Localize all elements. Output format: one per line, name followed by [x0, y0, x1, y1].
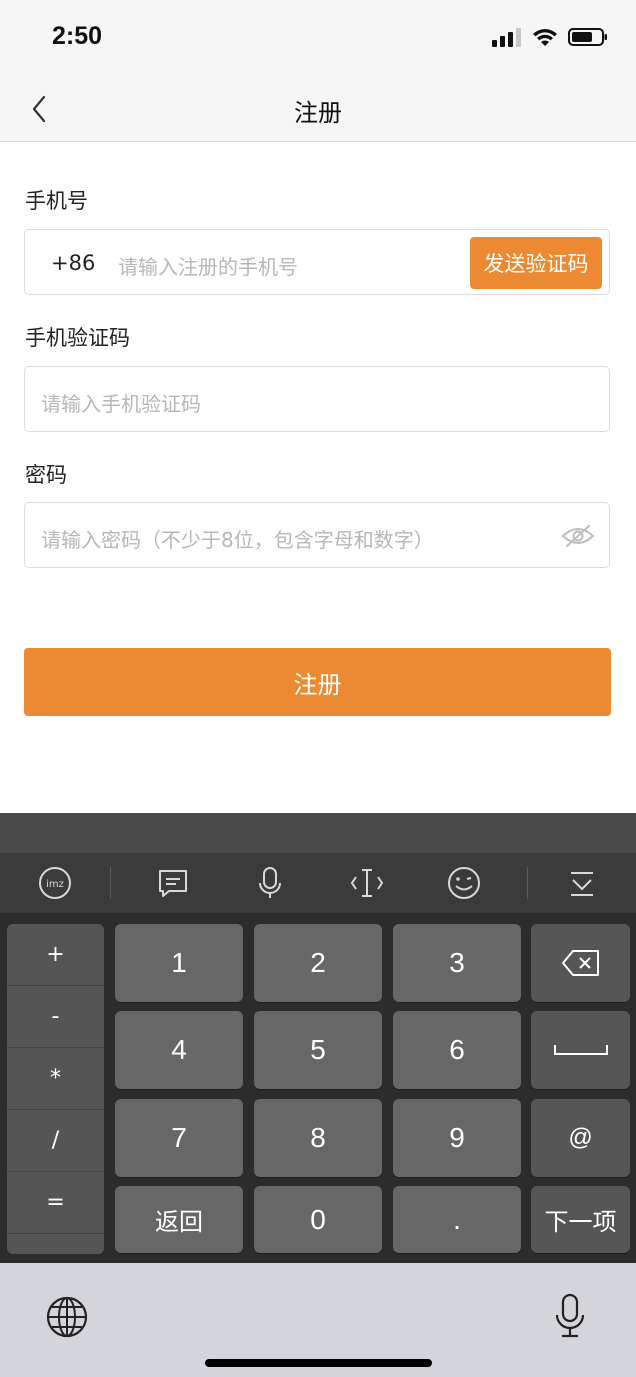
key-2[interactable]: 2 — [254, 924, 382, 1002]
symbol-key-equals[interactable]: = — [7, 1172, 104, 1234]
backspace-icon — [561, 950, 599, 976]
status-bar: 2:50 — [0, 0, 636, 78]
symbol-column[interactable]: + - * / = — [7, 924, 104, 1254]
voice-icon[interactable] — [252, 865, 288, 901]
symbol-key-multiply[interactable]: * — [7, 1048, 104, 1110]
register-button[interactable]: 注册 — [24, 648, 611, 716]
password-placeholder: 请输入密码（不少于8位，包含字母和数字） — [41, 528, 434, 552]
sms-code-placeholder: 请输入手机验证码 — [41, 392, 201, 416]
key-7[interactable]: 7 — [115, 1099, 243, 1177]
symbol-key-plus[interactable]: + — [7, 924, 104, 986]
keyboard-keys: + - * / = 1 2 3 4 5 6 7 8 9 @ 返回 0 . 下一项 — [0, 913, 636, 1263]
sms-code-label: 手机验证码 — [25, 326, 130, 350]
battery-icon — [568, 28, 607, 46]
send-code-button[interactable]: 发送验证码 — [470, 237, 602, 289]
ime-logo-icon[interactable]: imz — [37, 865, 73, 901]
next-field-key[interactable]: 下一项 — [531, 1186, 630, 1253]
return-key[interactable]: 返回 — [115, 1186, 243, 1253]
space-key[interactable] — [531, 1011, 630, 1089]
keyboard-bottom-bar — [0, 1263, 636, 1377]
phone-placeholder: 请输入注册的手机号 — [118, 255, 298, 279]
key-9[interactable]: 9 — [393, 1099, 521, 1177]
cursor-icon[interactable] — [349, 865, 385, 901]
microphone-icon[interactable] — [554, 1293, 586, 1339]
key-6[interactable]: 6 — [393, 1011, 521, 1089]
key-4[interactable]: 4 — [115, 1011, 243, 1089]
symbol-key-minus[interactable]: - — [7, 986, 104, 1048]
status-time: 2:50 — [52, 22, 103, 50]
phone-field[interactable]: +86 请输入注册的手机号 发送验证码 — [24, 229, 610, 295]
symbol-key-divide[interactable]: / — [7, 1110, 104, 1172]
key-5[interactable]: 5 — [254, 1011, 382, 1089]
key-dot[interactable]: . — [393, 1186, 521, 1253]
keyboard-toolbar: imz — [0, 853, 636, 913]
home-indicator — [205, 1359, 432, 1367]
status-icons — [492, 26, 608, 48]
globe-icon[interactable] — [45, 1295, 89, 1339]
key-1[interactable]: 1 — [115, 924, 243, 1002]
key-0[interactable]: 0 — [254, 1186, 382, 1253]
sms-code-field[interactable]: 请输入手机验证码 — [24, 366, 610, 432]
collapse-keyboard-icon[interactable] — [564, 865, 600, 901]
emoji-icon[interactable] — [446, 865, 482, 901]
phone-label: 手机号 — [25, 189, 88, 213]
eye-hidden-icon[interactable] — [561, 524, 595, 548]
page-title: 注册 — [294, 99, 342, 127]
password-label: 密码 — [25, 463, 67, 487]
password-field[interactable]: 请输入密码（不少于8位，包含字母和数字） — [24, 502, 610, 568]
signal-icon — [492, 28, 521, 47]
wifi-icon — [533, 29, 557, 46]
keyboard: imz + - * / = 1 2 3 4 5 6 7 8 9 @ 返回 0 .… — [0, 813, 636, 1263]
key-8[interactable]: 8 — [254, 1099, 382, 1177]
svg-text:imz: imz — [46, 879, 64, 890]
backspace-key[interactable] — [531, 924, 630, 1002]
at-key[interactable]: @ — [531, 1099, 630, 1177]
navigation-bar: 注册 — [0, 78, 636, 142]
clipboard-icon[interactable] — [155, 865, 191, 901]
toolbar-divider — [527, 867, 528, 899]
space-icon — [553, 1045, 608, 1055]
toolbar-divider — [110, 867, 111, 899]
country-code[interactable]: +86 — [51, 251, 95, 275]
key-3[interactable]: 3 — [393, 924, 521, 1002]
